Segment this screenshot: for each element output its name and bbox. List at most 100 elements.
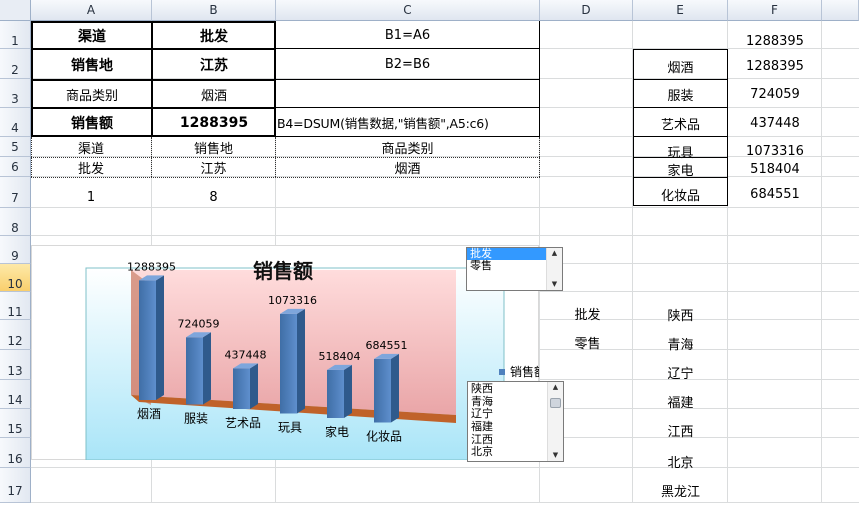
region-listbox[interactable]: 陕西 青海 辽宁 福建 江西 北京 ▲ ▼ bbox=[467, 381, 564, 462]
category-name-cell[interactable]: 艺术品 bbox=[634, 113, 727, 133]
category-name-cell[interactable]: 家电 bbox=[634, 159, 727, 179]
category-name-cell[interactable]: 服装 bbox=[634, 84, 727, 104]
cell-b3[interactable]: 烟酒 bbox=[153, 81, 275, 107]
cell-c6[interactable]: 烟酒 bbox=[276, 158, 539, 177]
row-header-4[interactable]: 4 bbox=[0, 108, 31, 137]
row-header-15[interactable]: 15 bbox=[0, 409, 31, 438]
category-tick-label: 化妆品 bbox=[366, 430, 402, 444]
region-cell[interactable]: 黑龙江 bbox=[634, 480, 727, 500]
data-label: 1288395 bbox=[127, 260, 176, 273]
cell-a1[interactable]: 渠道 bbox=[33, 23, 151, 48]
cell-c5[interactable]: 商品类别 bbox=[276, 138, 539, 157]
row-header-10[interactable]: 10 bbox=[0, 264, 31, 292]
sales-chart: 销售额 1288395 724059 437448 1073316 518404 6845… bbox=[85, 259, 539, 460]
column-header-d[interactable]: D bbox=[540, 0, 633, 21]
category-value-cell[interactable]: 1288395 bbox=[728, 56, 822, 76]
data-label: 1073316 bbox=[268, 294, 317, 307]
scroll-down-icon[interactable]: ▼ bbox=[548, 450, 563, 460]
cell-a6[interactable]: 批发 bbox=[31, 158, 151, 177]
category-tick-label: 家电 bbox=[325, 424, 349, 439]
row-header-3[interactable]: 3 bbox=[0, 79, 31, 108]
category-tick-label: 玩具 bbox=[278, 421, 302, 435]
cell-b1[interactable]: 批发 bbox=[153, 23, 275, 48]
region-cell[interactable]: 陕西 bbox=[634, 304, 727, 324]
category-value-cell[interactable]: 684551 bbox=[728, 184, 822, 204]
data-label: 724059 bbox=[178, 317, 220, 330]
channel-option[interactable]: 零售 bbox=[467, 260, 546, 272]
bar-艺术品 bbox=[233, 363, 258, 409]
row-header-5[interactable]: 5 bbox=[0, 137, 31, 157]
bar-服装 bbox=[186, 332, 211, 405]
cell-b5[interactable]: 销售地 bbox=[152, 138, 275, 157]
row-header-14[interactable]: 14 bbox=[0, 380, 31, 409]
column-header-g[interactable] bbox=[822, 0, 859, 21]
column-header-a[interactable]: A bbox=[31, 0, 152, 21]
scroll-thumb[interactable] bbox=[550, 398, 561, 408]
row-header-1[interactable]: 1 bbox=[0, 21, 31, 49]
category-name-cell[interactable]: 化妆品 bbox=[634, 184, 727, 204]
legend-swatch bbox=[499, 369, 505, 375]
data-label: 518404 bbox=[319, 350, 361, 363]
row-header-9[interactable]: 9 bbox=[0, 236, 31, 264]
bar-玩具 bbox=[280, 308, 305, 414]
row-header-8[interactable]: 8 bbox=[0, 208, 31, 236]
scroll-up-icon[interactable]: ▲ bbox=[547, 248, 562, 258]
data-label: 437448 bbox=[225, 348, 267, 361]
channel-listbox[interactable]: 批发 零售 ▲ ▼ bbox=[466, 247, 563, 291]
category-name-cell[interactable]: 烟酒 bbox=[634, 56, 727, 76]
category-tick-label: 艺术品 bbox=[225, 416, 261, 430]
region-option[interactable]: 北京 bbox=[468, 446, 547, 459]
cell-a5[interactable]: 渠道 bbox=[31, 138, 151, 157]
select-all-corner[interactable] bbox=[0, 0, 31, 21]
cell-f1[interactable]: 1288395 bbox=[728, 30, 822, 52]
scroll-up-icon[interactable]: ▲ bbox=[548, 382, 563, 392]
bar-烟酒 bbox=[139, 275, 164, 400]
legend-label: 销售额 bbox=[510, 364, 539, 379]
row-header-13[interactable]: 13 bbox=[0, 350, 31, 380]
region-listbox-scrollbar[interactable]: ▲ ▼ bbox=[547, 382, 563, 461]
cell-c4[interactable]: B4=DSUM(销售数据,"销售额",A5:c6) bbox=[277, 109, 539, 136]
region-option[interactable]: 陕西 bbox=[468, 383, 547, 396]
bar-家电 bbox=[327, 364, 352, 418]
cell-d11[interactable]: 批发 bbox=[560, 302, 615, 324]
region-cell[interactable]: 青海 bbox=[634, 333, 727, 353]
category-tick-label: 服装 bbox=[184, 412, 208, 426]
cell-c2[interactable]: B2=B6 bbox=[276, 50, 539, 79]
cell-a7[interactable]: 1 bbox=[31, 186, 151, 208]
cell-a2[interactable]: 销售地 bbox=[33, 50, 151, 79]
row-header-17[interactable]: 17 bbox=[0, 468, 31, 503]
channel-listbox-scrollbar[interactable]: ▲ ▼ bbox=[546, 248, 562, 290]
cell-b4[interactable]: 1288395 bbox=[153, 109, 275, 136]
scroll-down-icon[interactable]: ▼ bbox=[547, 279, 562, 289]
category-value-cell[interactable]: 1073316 bbox=[728, 141, 822, 161]
row-header-16[interactable]: 16 bbox=[0, 438, 31, 468]
row-header-7[interactable]: 7 bbox=[0, 177, 31, 208]
column-header-f[interactable]: F bbox=[728, 0, 822, 21]
region-cell[interactable]: 辽宁 bbox=[634, 362, 727, 382]
chart-title: 销售额 bbox=[253, 259, 313, 283]
cell-d12[interactable]: 零售 bbox=[560, 331, 615, 353]
cell-b6[interactable]: 江苏 bbox=[152, 158, 275, 177]
category-value-cell[interactable]: 518404 bbox=[728, 159, 822, 179]
cell-b2[interactable]: 江苏 bbox=[153, 50, 275, 79]
column-header-b[interactable]: B bbox=[152, 0, 276, 21]
cell-c1[interactable]: B1=A6 bbox=[276, 23, 539, 48]
data-label: 684551 bbox=[366, 339, 408, 352]
category-value-cell[interactable]: 437448 bbox=[728, 113, 822, 133]
cell-b7[interactable]: 8 bbox=[152, 186, 275, 208]
region-cell[interactable]: 江西 bbox=[634, 420, 727, 440]
column-header-c[interactable]: C bbox=[276, 0, 540, 21]
cell-a4[interactable]: 销售额 bbox=[33, 109, 151, 136]
row-header-6[interactable]: 6 bbox=[0, 157, 31, 177]
row-header-2[interactable]: 2 bbox=[0, 49, 31, 79]
row-header-12[interactable]: 12 bbox=[0, 320, 31, 350]
category-value-cell[interactable]: 724059 bbox=[728, 84, 822, 104]
category-tick-label: 烟酒 bbox=[137, 407, 161, 421]
row-header-11[interactable]: 11 bbox=[0, 292, 31, 320]
region-cell[interactable]: 福建 bbox=[634, 391, 727, 411]
region-cell[interactable]: 北京 bbox=[634, 451, 727, 471]
cell-a3[interactable]: 商品类别 bbox=[33, 81, 151, 107]
region-option[interactable]: 福建 bbox=[468, 421, 547, 434]
column-header-e[interactable]: E bbox=[633, 0, 728, 21]
category-name-cell[interactable]: 玩具 bbox=[634, 141, 727, 161]
